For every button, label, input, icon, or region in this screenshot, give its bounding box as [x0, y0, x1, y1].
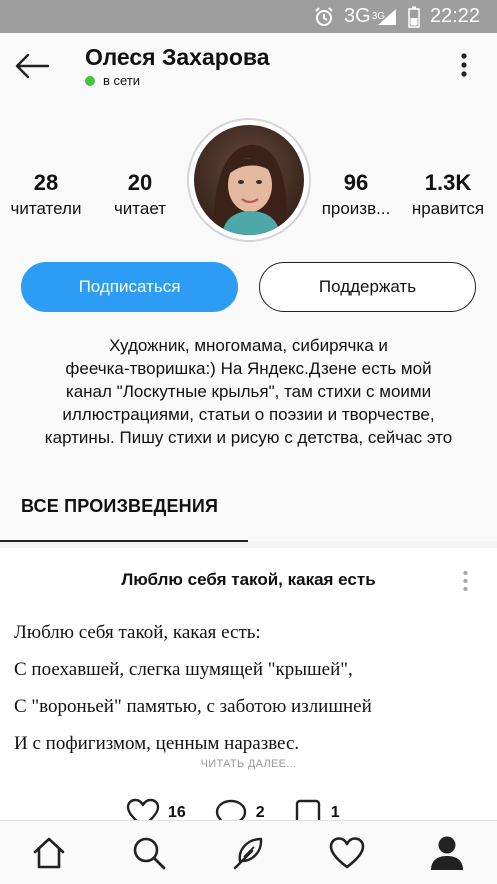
- stat-reads[interactable]: 20 читает: [100, 170, 180, 219]
- search-icon: [133, 837, 166, 870]
- post-card[interactable]: Люблю себя такой, какая есть Люблю себя …: [0, 548, 497, 820]
- comment-icon: [215, 799, 246, 820]
- like-button[interactable]: 16: [126, 798, 186, 820]
- nav-favorites[interactable]: [324, 831, 370, 875]
- post-actions: 16 2 1: [126, 798, 368, 820]
- stat-likes-value: 1.3K: [424, 170, 472, 195]
- tab-underline: [0, 540, 248, 542]
- status-bar: 3G 3G 22:22: [0, 0, 497, 33]
- stat-reads-label: читает: [113, 199, 167, 218]
- comment-count: 2: [255, 804, 265, 820]
- post-line: Люблю себя такой, какая есть:: [14, 622, 261, 643]
- bio-line: иллюстрациями, статьи о поэзии и творчес…: [62, 405, 435, 424]
- nav-search[interactable]: [126, 831, 172, 875]
- arrow-left-icon: [15, 53, 50, 79]
- post-line: С "вороньей" памятью, с заботою излишней: [14, 696, 372, 717]
- profile-bio: Художник, многомама, сибирячка и феечка-…: [0, 334, 497, 449]
- repost-count: 1: [330, 804, 340, 820]
- back-button[interactable]: [10, 47, 54, 85]
- status-time: 22:22: [430, 5, 481, 27]
- bottom-nav: [0, 820, 497, 884]
- subscribe-button[interactable]: Подписаться: [21, 262, 238, 312]
- more-menu-button[interactable]: [447, 45, 481, 85]
- stat-reads-value: 20: [127, 170, 153, 195]
- battery-icon: [408, 0, 420, 33]
- profile-name: Олеся Захарова: [85, 44, 270, 70]
- stat-likes[interactable]: 1.3K нравится: [405, 170, 491, 219]
- stat-works-value: 96: [343, 170, 369, 195]
- nav-write[interactable]: [225, 831, 271, 875]
- profile-header: 28 читатели 20 читает 96 произв... 1.3K …: [0, 98, 497, 542]
- heart-icon: [126, 798, 160, 820]
- home-icon: [33, 837, 65, 869]
- post-body: Люблю себя такой, какая есть: С поехавше…: [14, 614, 372, 762]
- stat-works-label: произв...: [321, 199, 391, 218]
- bio-line: феечка-творишка:) На Яндекс.Дзене есть м…: [65, 359, 432, 378]
- post-line: И с пофигизмом, ценным наразвес.: [14, 733, 300, 754]
- avatar-photo: [194, 125, 304, 235]
- heart-icon: [329, 837, 365, 869]
- nav-profile[interactable]: [424, 831, 470, 875]
- online-status-label: в сети: [103, 73, 141, 88]
- post-menu-button[interactable]: [452, 566, 478, 596]
- stat-readers-label: читатели: [10, 199, 82, 218]
- top-bar: Олеся Захарова в сети: [0, 33, 497, 98]
- repost-button[interactable]: 1: [293, 798, 340, 820]
- stat-works[interactable]: 96 произв...: [318, 170, 394, 219]
- nav-home[interactable]: [26, 831, 72, 875]
- more-vertical-icon: [461, 53, 467, 77]
- profile-icon: [431, 836, 463, 870]
- tab-all-works[interactable]: ВСЕ ПРОИЗВЕДЕНИЯ: [21, 496, 218, 517]
- like-count: 16: [168, 804, 186, 820]
- post-title[interactable]: Люблю себя такой, какая есть: [0, 570, 497, 590]
- online-status: в сети: [85, 73, 140, 88]
- more-vertical-icon: [462, 570, 468, 592]
- stat-likes-label: нравится: [411, 199, 485, 218]
- support-button[interactable]: Поддержать: [259, 262, 476, 312]
- bio-line: Художник, многомама, сибирячка и: [109, 336, 388, 355]
- repost-icon: [295, 799, 320, 820]
- comment-button[interactable]: 2: [214, 798, 265, 820]
- read-more-link[interactable]: ЧИТАТЬ ДАЛЕЕ...: [0, 758, 497, 770]
- stat-readers[interactable]: 28 читатели: [6, 170, 86, 219]
- post-line: С поехавшей, слегка шумящей "крышей",: [14, 659, 353, 680]
- alarm-icon: [313, 0, 335, 33]
- signal-icon: [376, 0, 398, 33]
- online-dot: [85, 75, 95, 86]
- bio-line: канал "Лоскутные крылья", там стихи с мо…: [65, 382, 432, 401]
- feather-icon: [233, 837, 263, 870]
- stat-readers-value: 28: [33, 170, 59, 195]
- network-label: 3G: [344, 5, 371, 27]
- avatar: [187, 118, 311, 242]
- bio-line: картины. Пишу стихи и рисую с детства, с…: [44, 428, 453, 447]
